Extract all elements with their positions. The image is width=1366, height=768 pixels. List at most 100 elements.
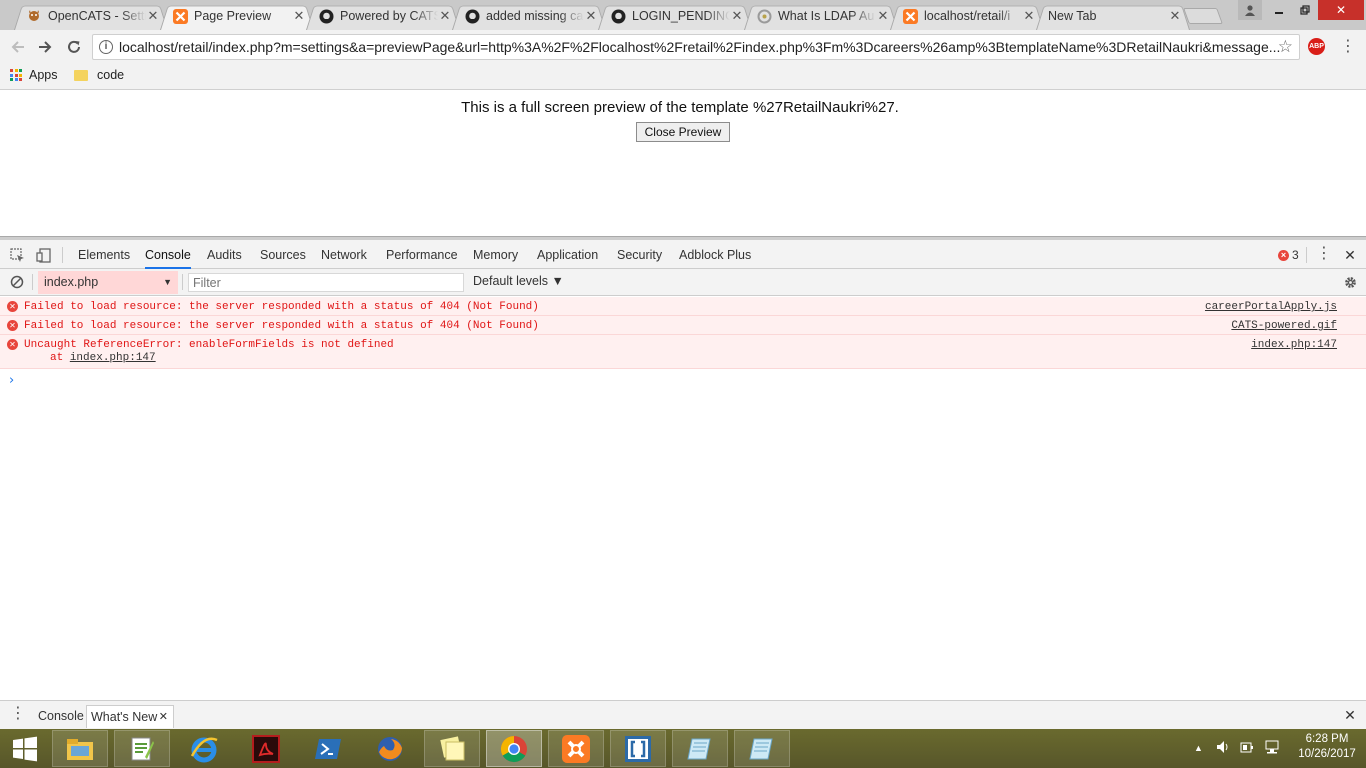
devtools-menu-icon[interactable]: ⋮ [1316, 245, 1332, 263]
drawer-menu-icon[interactable]: ⋮ [10, 705, 26, 723]
tab-page-preview[interactable]: Page Preview ✕ [160, 2, 314, 30]
console-panel[interactable]: ✕ Failed to load resource: the server re… [0, 297, 1366, 700]
devtools-tab-performance[interactable]: Performance [386, 240, 458, 269]
windows-taskbar: ▲ 6:28 PM 10/26/2017 [0, 729, 1366, 768]
devtools-tab-elements[interactable]: Elements [78, 240, 130, 269]
tab-title: New Tab [1048, 9, 1097, 23]
browser-tab-strip: OpenCATS - Settings ✕ Page Preview ✕ Pow… [0, 0, 1366, 30]
devtools-tab-application[interactable]: Application [537, 240, 598, 269]
close-icon[interactable]: ✕ [1168, 8, 1182, 24]
adobe-acrobat-icon[interactable] [238, 730, 294, 767]
tab-localhost-retail[interactable]: localhost/retail/i ✕ [890, 2, 1044, 30]
console-error-message: ✕ Failed to load resource: the server re… [0, 316, 1366, 335]
console-prompt-chevron-icon[interactable]: › [9, 373, 14, 388]
drawer-tab-console[interactable]: Console [34, 705, 88, 728]
devtools-drawer: ⋮ Console What's New ✕ ✕ [0, 700, 1366, 729]
network-icon[interactable] [1264, 740, 1280, 757]
devtools-tab-network[interactable]: Network [321, 240, 367, 269]
bookmark-apps[interactable]: Apps [10, 68, 58, 82]
close-icon[interactable]: ✕ [146, 8, 160, 24]
close-icon[interactable]: ✕ [1022, 8, 1036, 24]
devtools-tab-memory[interactable]: Memory [473, 240, 518, 269]
notepad-plus-icon[interactable] [114, 730, 170, 767]
user-profile-icon[interactable] [1238, 0, 1262, 20]
close-icon[interactable]: ✕ [584, 8, 598, 24]
close-icon[interactable]: ✕ [438, 8, 452, 24]
source-link[interactable]: index.php:147 [1251, 339, 1337, 351]
volume-icon[interactable] [1216, 740, 1230, 757]
window-close-icon[interactable]: ✕ [1318, 0, 1364, 20]
tab-login-pending[interactable]: LOGIN_PENDING ✕ [598, 2, 752, 30]
close-icon[interactable]: ✕ [876, 8, 890, 24]
new-tab-button[interactable] [1183, 8, 1223, 24]
sticky-notes-icon[interactable] [424, 730, 480, 767]
message-text: Failed to load resource: the server resp… [24, 320, 539, 332]
notebook-app-icon[interactable] [672, 730, 728, 767]
system-clock[interactable]: 6:28 PM 10/26/2017 [1294, 732, 1360, 762]
inspect-element-icon[interactable] [5, 244, 29, 266]
devtools-tab-console[interactable]: Console [145, 240, 191, 269]
devtools-tab-audits[interactable]: Audits [207, 240, 242, 269]
firefox-icon[interactable] [362, 730, 418, 767]
file-explorer-icon[interactable] [52, 730, 108, 767]
close-icon[interactable]: ✕ [159, 706, 168, 729]
preview-message: This is a full screen preview of the tem… [461, 99, 899, 116]
close-icon[interactable]: ✕ [730, 8, 744, 24]
info-icon[interactable]: i [99, 40, 113, 54]
browser-toolbar: i localhost/retail/index.php?m=settings&… [0, 30, 1366, 64]
devtools-close-icon[interactable]: ✕ [1338, 244, 1362, 266]
github-icon [318, 8, 334, 24]
error-icon: × [1278, 249, 1289, 261]
notebook-app-icon-2[interactable] [734, 730, 790, 767]
devtools-tab-adblock-plus[interactable]: Adblock Plus [679, 240, 751, 269]
source-link[interactable]: CATS-powered.gif [1231, 320, 1337, 332]
reload-icon[interactable] [62, 36, 86, 58]
chrome-icon[interactable] [486, 730, 542, 767]
forward-icon[interactable] [33, 36, 57, 58]
battery-power-icon[interactable] [1240, 740, 1256, 757]
tab-new-tab[interactable]: New Tab ✕ [1036, 2, 1190, 30]
tab-opencats[interactable]: OpenCATS - Settings ✕ [14, 2, 168, 30]
address-bar[interactable]: i localhost/retail/index.php?m=settings&… [92, 34, 1300, 60]
error-counter[interactable]: × 3 [1278, 248, 1299, 262]
maximize-icon[interactable] [1292, 0, 1318, 20]
context-value: index.php [44, 275, 99, 289]
adblock-plus-icon[interactable]: ABP [1308, 38, 1325, 55]
minimize-icon[interactable] [1266, 0, 1292, 20]
drawer-tab-whats-new[interactable]: What's New ✕ [86, 705, 174, 728]
console-settings-gear-icon[interactable] [1338, 271, 1362, 293]
stack-trace: at index.php:147 [24, 351, 1366, 365]
stack-link[interactable]: index.php:147 [70, 352, 156, 364]
console-error-message: ✕ Uncaught ReferenceError: enableFormFie… [0, 335, 1366, 369]
execution-context-select[interactable]: index.php ▼ [38, 271, 178, 294]
close-icon[interactable]: ✕ [292, 8, 306, 24]
tab-title: OpenCATS - Settings [48, 9, 146, 23]
device-toolbar-icon[interactable] [31, 244, 55, 266]
brackets-icon[interactable] [610, 730, 666, 767]
log-levels-dropdown[interactable]: Default levels ▼ [473, 274, 564, 288]
source-link[interactable]: careerPortalApply.js [1205, 301, 1337, 313]
devtools-tab-sources[interactable]: Sources [260, 240, 306, 269]
bookmark-code-folder[interactable]: code [74, 68, 124, 82]
tab-added-missing[interactable]: added missing ca ✕ [452, 2, 606, 30]
github-icon [610, 8, 626, 24]
internet-explorer-icon[interactable] [176, 730, 232, 767]
bookmark-label: code [97, 68, 125, 82]
back-icon[interactable] [6, 36, 30, 58]
powershell-icon[interactable] [300, 730, 356, 767]
clear-console-icon[interactable] [5, 271, 29, 293]
devtools-tab-security[interactable]: Security [617, 240, 662, 269]
tab-what-is-ldap[interactable]: What Is LDAP Au ✕ [744, 2, 898, 30]
bookmark-star-icon[interactable]: ☆ [1278, 37, 1293, 57]
close-preview-button[interactable]: Close Preview [636, 122, 730, 142]
clock-time: 6:28 PM [1305, 733, 1349, 745]
url-text: localhost/retail/index.php?m=settings&a=… [119, 39, 1281, 55]
start-button-windows-icon[interactable] [0, 730, 50, 767]
xampp-icon[interactable] [548, 730, 604, 767]
chrome-menu-icon[interactable]: ⋮ [1340, 38, 1356, 56]
drawer-close-icon[interactable]: ✕ [1338, 704, 1362, 726]
tray-chevron-up-icon[interactable]: ▲ [1194, 743, 1203, 753]
console-filter-input[interactable] [188, 273, 464, 292]
bookmarks-bar: Apps code [0, 64, 1366, 90]
tab-powered-by-cats[interactable]: Powered by CATS ✕ [306, 2, 460, 30]
